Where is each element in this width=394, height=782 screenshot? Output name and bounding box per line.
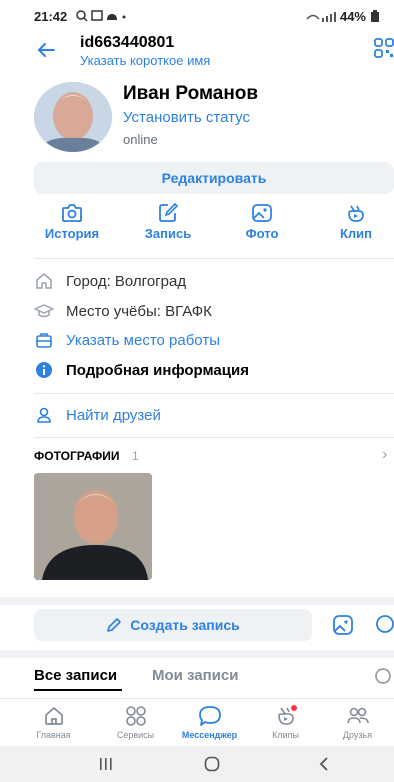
find-friends-text: Найти друзей	[66, 406, 161, 424]
info-details-link[interactable]: Подробная информация	[34, 357, 394, 383]
profile-photo-thumbnail[interactable]	[34, 473, 152, 580]
divider	[34, 437, 394, 438]
idea-icon[interactable]	[374, 614, 394, 636]
nav-friends[interactable]: Друзья	[318, 705, 394, 740]
action-photo-label: Фото	[245, 226, 279, 241]
home-outline-icon	[34, 271, 54, 291]
clips-icon	[277, 705, 297, 725]
recent-apps-icon[interactable]	[98, 757, 114, 771]
active-tab-indicator	[34, 689, 122, 691]
nav-services[interactable]: Сервисы	[96, 705, 175, 740]
edit-profile-button[interactable]: Редактировать	[34, 162, 394, 194]
info-city: Город: Волгоград	[34, 268, 394, 294]
chevron-right-icon[interactable]: ›	[382, 446, 387, 464]
create-post-button[interactable]: Создать запись	[34, 609, 312, 641]
image-icon	[252, 204, 272, 222]
camera-icon	[62, 204, 82, 222]
action-clip[interactable]: Клип	[316, 203, 394, 241]
add-photo-icon[interactable]	[332, 614, 354, 636]
home-button-icon[interactable]	[204, 756, 220, 772]
qr-code-icon[interactable]	[374, 38, 394, 58]
info-work-link[interactable]: Указать место работы	[34, 327, 394, 353]
search-icon[interactable]	[374, 667, 394, 687]
user-id: id663440801	[80, 34, 175, 51]
bottom-navigation: Главная Сервисы Мессенджер Клипы Друзья	[0, 698, 394, 746]
status-notification-icons	[76, 9, 132, 23]
back-button-icon[interactable]	[318, 756, 330, 772]
action-story[interactable]: История	[32, 203, 112, 241]
avatar[interactable]	[34, 82, 112, 152]
info-city-text: Город: Волгоград	[66, 272, 187, 290]
profile-header: id663440801 Указать короткое имя	[0, 30, 394, 74]
section-separator	[0, 650, 394, 658]
pencil-icon	[107, 618, 122, 632]
set-status-link[interactable]: Установить статус	[123, 109, 250, 126]
action-post[interactable]: Запись	[128, 203, 208, 241]
tab-my-posts[interactable]: Мои записи	[152, 667, 239, 684]
action-photo[interactable]: Фото	[222, 203, 302, 241]
nav-messenger-label: Мессенджер	[181, 730, 238, 740]
action-story-label: История	[44, 226, 100, 241]
action-post-label: Запись	[144, 226, 192, 241]
person-icon	[34, 405, 54, 425]
online-status: online	[123, 132, 158, 147]
status-bar: 21:42 44%	[0, 0, 394, 30]
find-friends-link[interactable]: Найти друзей	[34, 402, 394, 428]
tab-all-posts[interactable]: Все записи	[34, 667, 117, 684]
info-work-text: Указать место работы	[66, 331, 220, 349]
info-education-text: Место учёбы: ВГАФК	[66, 302, 212, 320]
home-icon	[44, 707, 63, 725]
battery-icon	[371, 10, 379, 22]
messenger-icon	[198, 706, 221, 726]
action-clip-label: Клип	[339, 226, 373, 241]
nav-messenger[interactable]: Мессенджер	[170, 705, 249, 740]
nav-clips[interactable]: Клипы	[246, 705, 325, 740]
briefcase-icon	[34, 330, 54, 350]
set-short-name-link[interactable]: Указать короткое имя	[80, 53, 210, 68]
clip-icon	[348, 205, 364, 222]
divider	[34, 258, 394, 259]
nav-home-label: Главная	[36, 730, 71, 740]
profile-name: Иван Романов	[123, 83, 259, 104]
create-post-label: Создать запись	[130, 617, 240, 633]
nav-home[interactable]: Главная	[14, 705, 93, 740]
back-arrow-icon[interactable]	[36, 40, 56, 60]
pencil-square-icon	[159, 203, 179, 222]
status-time: 21:42	[34, 9, 68, 24]
photos-count: 1	[132, 449, 139, 463]
nav-services-label: Сервисы	[116, 730, 155, 740]
photos-title[interactable]: ФОТОГРАФИИ	[34, 449, 120, 463]
info-details-text: Подробная информация	[66, 361, 249, 379]
nav-clips-label: Клипы	[272, 730, 299, 740]
divider	[34, 393, 394, 394]
status-right: 44%	[306, 9, 380, 24]
battery-percent: 44%	[339, 9, 366, 24]
signal-icon	[306, 11, 336, 22]
graduation-cap-icon	[34, 301, 54, 321]
nav-friends-label: Друзья	[342, 730, 373, 740]
friends-icon	[346, 707, 369, 724]
system-navigation-bar	[0, 746, 394, 782]
section-separator	[0, 597, 394, 605]
info-education: Место учёбы: ВГАФК	[34, 298, 394, 324]
services-icon	[125, 706, 146, 726]
info-icon	[34, 360, 54, 380]
